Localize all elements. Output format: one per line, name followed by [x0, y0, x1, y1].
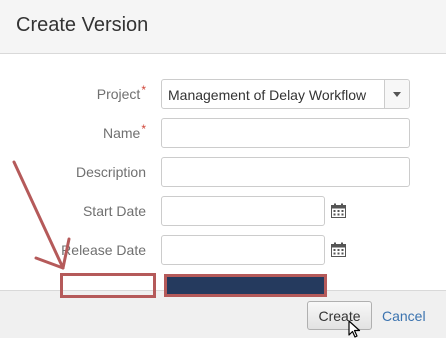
start-date-label: Start Date — [82, 203, 146, 219]
dialog-title: Create Version — [16, 14, 149, 36]
release-date-input[interactable] — [161, 235, 325, 265]
required-asterisk: * — [141, 83, 146, 97]
required-asterisk: * — [141, 122, 146, 136]
start-date-input[interactable] — [161, 196, 325, 226]
project-select-value: Management of Delay Workflow — [168, 87, 367, 103]
create-button[interactable]: Create — [307, 301, 372, 330]
name-label-text: Name — [102, 125, 141, 141]
description-input[interactable] — [161, 157, 410, 187]
dialog-header: Create Version — [0, 0, 446, 54]
project-label-text: Project — [96, 86, 141, 102]
description-label: Description — [75, 164, 146, 180]
cancel-link[interactable]: Cancel — [382, 308, 426, 324]
name-input[interactable] — [161, 118, 410, 148]
calendar-icon[interactable] — [331, 242, 346, 257]
project-select[interactable]: Management of Delay Workflow — [161, 79, 410, 109]
project-label: Project* — [96, 83, 146, 102]
calendar-icon[interactable] — [331, 203, 346, 218]
chevron-down-icon — [393, 92, 401, 97]
annotation-outline-box — [60, 273, 156, 298]
release-date-label: Release Date — [61, 242, 146, 258]
name-label: Name* — [102, 122, 146, 141]
dropdown-toggle[interactable] — [384, 80, 409, 108]
annotation-redaction-box — [164, 274, 327, 297]
mouse-cursor-icon — [348, 320, 361, 338]
